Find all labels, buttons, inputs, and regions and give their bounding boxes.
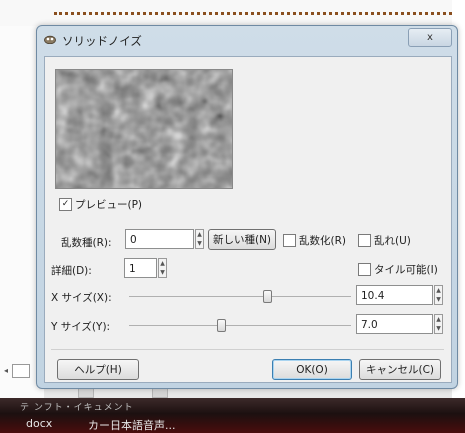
detail-input[interactable]: 1 <box>124 258 157 278</box>
close-button[interactable]: x <box>408 28 452 47</box>
preview-label[interactable]: プレビュー(P) <box>75 197 142 212</box>
y-size-input[interactable]: 7.0 <box>356 314 433 334</box>
background-scroll-control[interactable] <box>12 364 30 378</box>
taskbar-item-app[interactable]: カー日本語音声... <box>88 417 176 433</box>
spin-up-icon[interactable]: ▲ <box>159 259 166 268</box>
randomize-label[interactable]: 乱数化(R) <box>299 233 346 248</box>
solid-noise-dialog: ソリッドノイズ x ✓ プレビュー(P) 乱数種(R): 0 ▲ ▼ 新しい種(… <box>36 25 458 389</box>
check-mark-icon: ✓ <box>61 199 70 209</box>
seed-input[interactable]: 0 <box>125 229 194 249</box>
dialog-client-area: ✓ プレビュー(P) 乱数種(R): 0 ▲ ▼ 新しい種(N) 乱数化(R) … <box>44 56 452 383</box>
close-icon: x <box>427 32 433 43</box>
spin-down-icon[interactable]: ▼ <box>435 295 442 304</box>
turbulent-checkbox[interactable] <box>358 234 371 247</box>
turbulent-label[interactable]: 乱れ(U) <box>374 233 411 248</box>
randomize-checkbox[interactable] <box>283 234 296 247</box>
seed-label: 乱数種(R): <box>61 237 112 249</box>
x-size-spinner[interactable]: ▲ ▼ <box>434 285 443 305</box>
y-size-slider-thumb[interactable] <box>217 319 226 332</box>
help-button[interactable]: ヘルプ(H) <box>57 359 139 380</box>
taskbar-item-docx[interactable]: docx <box>26 417 52 430</box>
dialog-title: ソリッドノイズ <box>62 34 142 48</box>
taskbar-faded-text: テ ンフト・イキュメント <box>20 403 134 413</box>
button-row-divider <box>51 349 444 350</box>
x-size-input[interactable]: 10.4 <box>356 285 433 305</box>
seed-spinner[interactable]: ▲ ▼ <box>195 229 204 249</box>
spin-up-icon[interactable]: ▲ <box>196 230 203 239</box>
tileable-label[interactable]: タイル可能(I) <box>374 262 438 277</box>
tileable-checkbox[interactable] <box>358 263 371 276</box>
x-size-slider-thumb[interactable] <box>263 290 272 303</box>
ok-button[interactable]: OK(O) <box>272 359 352 380</box>
spin-up-icon[interactable]: ▲ <box>435 315 442 324</box>
spin-down-icon[interactable]: ▼ <box>159 268 166 277</box>
x-size-slider[interactable] <box>129 296 351 297</box>
gimp-app-icon <box>44 35 56 44</box>
preview-checkbox[interactable]: ✓ <box>59 198 72 211</box>
spin-down-icon[interactable]: ▼ <box>196 239 203 248</box>
detail-spinner[interactable]: ▲ ▼ <box>158 258 167 278</box>
spin-up-icon[interactable]: ▲ <box>435 286 442 295</box>
y-size-slider[interactable] <box>129 325 351 326</box>
spin-down-icon[interactable]: ▼ <box>435 324 442 333</box>
noise-preview-image <box>56 70 232 188</box>
y-size-spinner[interactable]: ▲ ▼ <box>434 314 443 334</box>
x-size-label: X サイズ(X): <box>51 292 112 304</box>
cancel-button[interactable]: キャンセル(C) <box>359 359 441 380</box>
y-size-label: Y サイズ(Y): <box>51 321 111 333</box>
detail-label: 詳細(D): <box>51 265 92 277</box>
noise-preview <box>55 69 233 189</box>
background-decoration <box>54 12 452 23</box>
new-seed-button[interactable]: 新しい種(N) <box>208 229 276 250</box>
scroll-left-arrow-icon[interactable]: ◂ <box>4 366 8 375</box>
